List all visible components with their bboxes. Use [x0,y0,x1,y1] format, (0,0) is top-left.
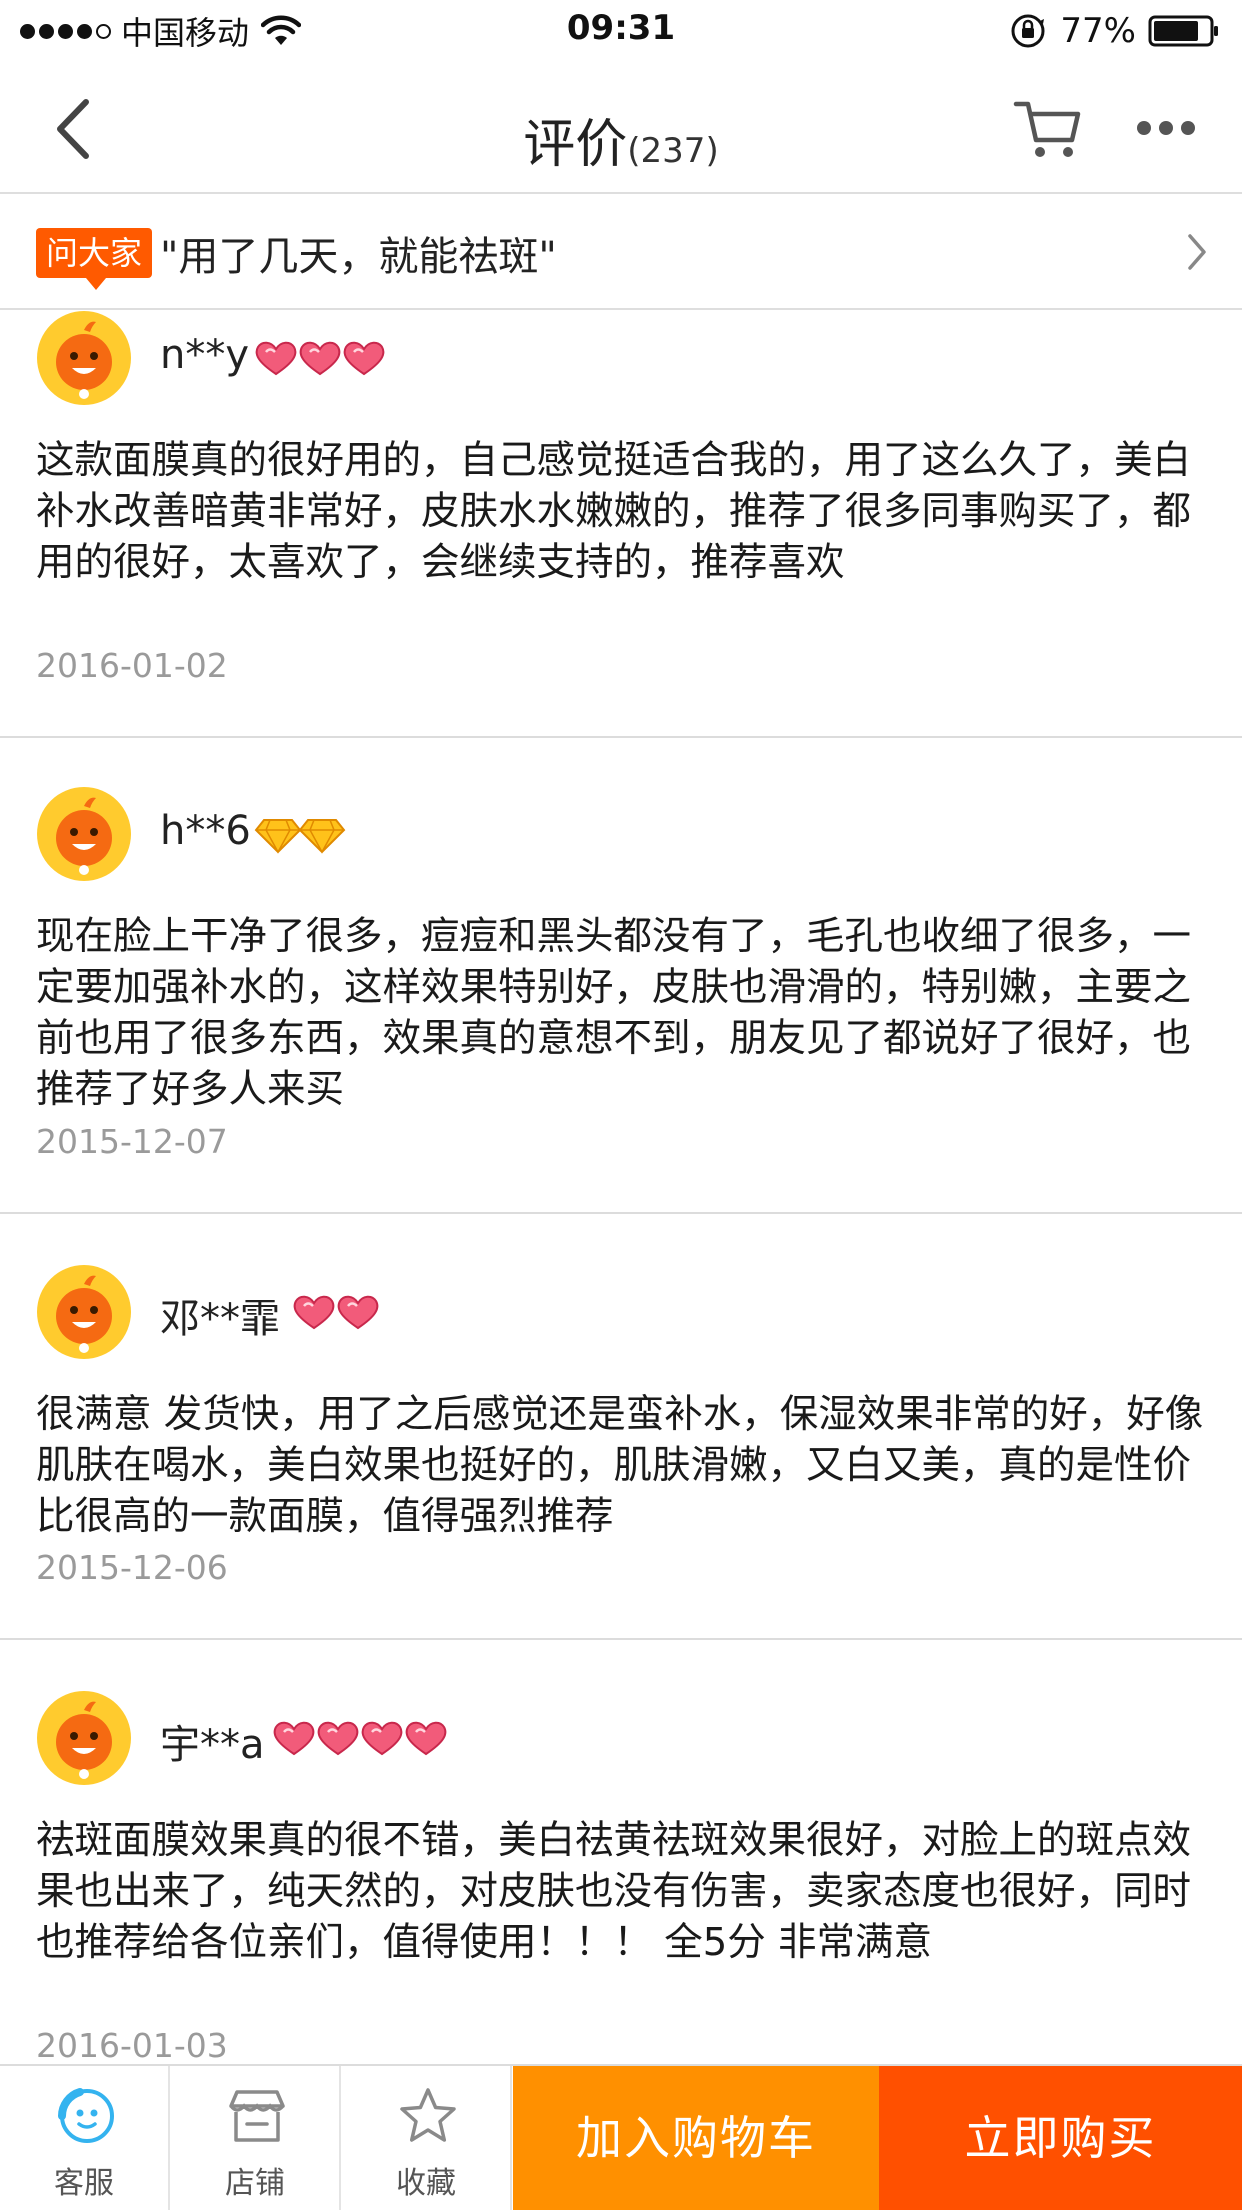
reviewer-name: n**y [160,332,250,378]
review-date: 2016-01-02 [36,646,228,685]
review-text: 很满意 发货快，用了之后感觉还是蛮补水，保湿效果非常的好，好像肌肤在喝水，美白效… [36,1392,1204,1539]
heart-icon [405,1721,447,1756]
review-text: 祛斑面膜效果真的很不错，美白祛黄祛斑效果很好，对脸上的斑点效果也出来了，纯天然的… [36,1818,1192,1965]
chevron-right-icon [1188,234,1206,270]
ask-everyone-badge: 问大家 [36,228,153,290]
buyer-level-badges [270,1718,447,1758]
cart-icon[interactable] [1012,96,1082,162]
ask-question-text: "用了几天，就能祛斑" [160,234,557,280]
reviewer-name: 宇**a [160,1722,265,1768]
shop-button[interactable]: 店铺 [171,2066,341,2210]
review-divider [0,1638,1242,1640]
avatar [37,1265,131,1359]
heart-icon [337,1295,379,1330]
heart-icon [361,1721,403,1756]
more-options-icon[interactable] [1132,102,1200,154]
add-to-cart-button[interactable]: 加入购物车 [513,2066,879,2210]
diamond-icon [298,819,346,854]
rotation-lock-icon [1011,14,1045,48]
bottom-action-bar: 客服 店铺 收藏 加入购物车 立即购买 [0,2064,1242,2210]
customer-service-label: 客服 [54,2166,114,2201]
nav-bar: 评价(237) [0,62,1242,194]
buyer-level-badges [254,814,346,854]
buyer-level-badges [290,1292,379,1332]
avatar [37,787,131,881]
reviewer-name: h**6 [160,808,251,854]
ask-everyone-bar[interactable]: 问大家 "用了几天，就能祛斑" [0,194,1242,310]
heart-icon [273,1721,315,1756]
review-text: 现在脸上干净了很多，痘痘和黑头都没有了，毛孔也收细了很多，一定要加强补水的，这样… [36,914,1192,1112]
review-count: (237) [627,131,719,171]
diamond-icon [254,819,302,854]
battery-icon [1148,15,1218,47]
buy-now-button[interactable]: 立即购买 [879,2066,1242,2210]
status-bar: 中国移动 09:31 77% [0,0,1242,62]
favorite-label: 收藏 [396,2166,456,2201]
star-icon [400,2088,456,2142]
battery-percentage: 77% [1060,11,1136,51]
review-date: 2015-12-07 [36,1122,228,1161]
shop-icon [229,2090,285,2142]
avatar [37,311,131,405]
status-right: 77% [1010,10,1220,52]
heart-icon [255,341,297,376]
reviewer-name: 邓**霏 [160,1296,280,1342]
review-text: 这款面膜真的很好用的，自己感觉挺适合我的，用了这么久了，美白补水改善暗黄非常好，… [36,438,1192,585]
shop-label: 店铺 [225,2166,285,2201]
customer-service-icon [58,2088,114,2143]
favorite-button[interactable]: 收藏 [342,2066,512,2210]
heart-icon [293,1295,335,1330]
review-date: 2016-01-03 [36,2026,228,2065]
page-title-text: 评价 [523,115,628,175]
customer-service-button[interactable]: 客服 [0,2066,170,2210]
heart-icon [317,1721,359,1756]
avatar [37,1691,131,1785]
review-date: 2015-12-06 [36,1548,228,1587]
heart-icon [343,341,385,376]
heart-icon [299,341,341,376]
buyer-level-badges [252,338,385,378]
review-divider [0,736,1242,738]
review-divider [0,1212,1242,1214]
